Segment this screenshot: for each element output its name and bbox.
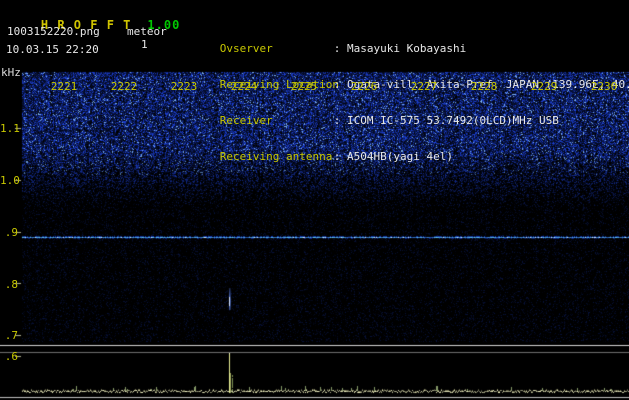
freq-tick-label: .7 <box>4 329 18 342</box>
time-tick-label: 2221 <box>50 80 78 93</box>
time-tick-label: 2226 <box>350 80 378 93</box>
freq-tick-label: 1.1 <box>0 122 20 135</box>
info-row-observer: Ovserver : Masayuki Kobayashi <box>180 31 629 55</box>
echo-count: 1 <box>141 38 148 51</box>
freq-tick-label: .8 <box>4 278 18 291</box>
info-label: Ovserver <box>219 42 273 55</box>
time-tick-label: 2224 <box>230 80 258 93</box>
freq-tick-label: .9 <box>4 226 18 239</box>
info-row-antenna: Receiving antenna: A504HB(yagi 4el) <box>180 139 629 163</box>
time-tick-label: 2228 <box>470 80 498 93</box>
info-value: : ICOM IC-575 53.7492(0LCD)MHz USB <box>333 114 559 127</box>
time-tick-label: 2225 <box>290 80 318 93</box>
info-row-location: Receiving Location: Ogata-vill. Akita-Pr… <box>180 67 629 91</box>
output-filename: 1003152220.png <box>7 25 100 38</box>
time-tick-label: 2223 <box>170 80 198 93</box>
date-time-stamp: 10.03.15 22:20 <box>6 43 99 56</box>
time-tick-label: 2227 <box>410 80 438 93</box>
freq-tick-label: .6 <box>4 350 18 363</box>
info-row-receiver: Receiver : ICOM IC-575 53.7492(0LCD)MHz U… <box>180 103 629 127</box>
info-value: : Masayuki Kobayashi <box>333 42 467 55</box>
time-tick-label: 2230 <box>590 80 618 93</box>
info-value: : A504HB(yagi 4el) <box>333 150 453 163</box>
freq-tick-label: 1.0 <box>0 174 20 187</box>
info-label: Receiver <box>219 114 273 127</box>
time-tick-label: 2222 <box>110 80 138 93</box>
info-label: Receiving antenna <box>219 150 333 163</box>
time-tick-label: 2229 <box>530 80 558 93</box>
mode-label: meteor <box>127 25 167 38</box>
freq-axis-unit: kHz <box>1 66 21 79</box>
